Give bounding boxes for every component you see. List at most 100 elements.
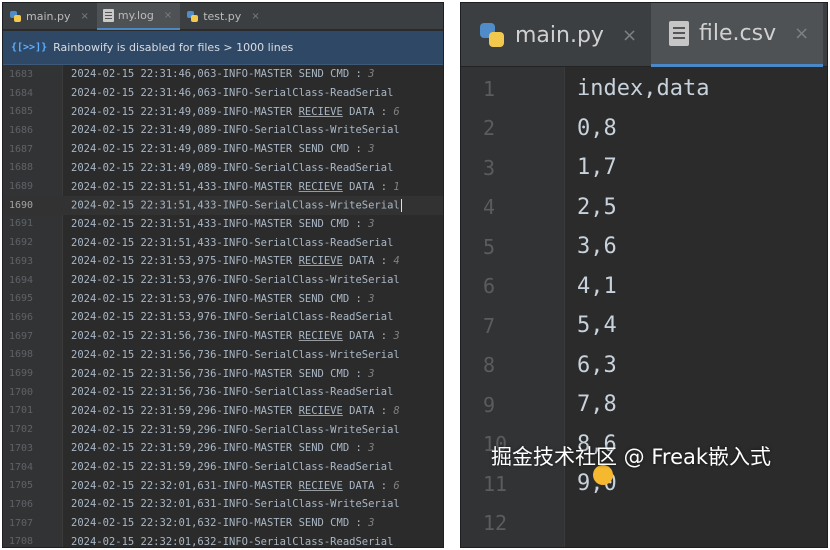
code-line[interactable]: 1703 2024-02-15 22:31:59,296-INFO-MASTER …: [3, 439, 443, 458]
log-value: 6: [393, 479, 400, 492]
line-number: 1698: [9, 349, 34, 361]
recieve-keyword: RECIEVE: [298, 330, 343, 343]
line-number: 11: [483, 471, 508, 496]
log-suffix: DATA :: [342, 105, 394, 118]
close-icon[interactable]: ×: [251, 11, 259, 22]
tab-file-csv[interactable]: file.csv ×: [651, 3, 824, 67]
log-prefix: 2024-02-15 22:31:59,296-INFO-SerialClass…: [71, 423, 400, 436]
csv-editor-pane: main.py × file.csv × 1 index,data 2 0,8 3 1,7…: [460, 2, 828, 548]
close-icon[interactable]: ×: [80, 11, 88, 22]
tab-label: file.csv: [699, 21, 777, 46]
code-line[interactable]: 1696 2024-02-15 22:31:53,976-INFO-SerialC…: [3, 308, 443, 327]
code-line[interactable]: 9 7,8: [461, 385, 827, 425]
line-text: 7,8: [577, 392, 617, 418]
tab-label: test.py: [203, 10, 242, 23]
log-prefix: 2024-02-15 22:31:49,089-INFO-SerialClass…: [71, 161, 394, 174]
code-line[interactable]: 6 4,1: [461, 267, 827, 307]
code-line[interactable]: 1689 2024-02-15 22:31:51,433-INFO-MASTER …: [3, 177, 443, 196]
line-number: 3: [483, 155, 496, 180]
line-number: 1683: [9, 68, 34, 80]
log-value: 3: [368, 143, 375, 156]
code-line[interactable]: 1685 2024-02-15 22:31:49,089-INFO-MASTER …: [3, 102, 443, 121]
line-text: 4,1: [577, 273, 617, 299]
line-number: 1686: [9, 124, 34, 136]
code-line[interactable]: 1 index,data: [461, 69, 827, 109]
code-line[interactable]: 1702 2024-02-15 22:31:59,296-INFO-SerialC…: [3, 420, 443, 439]
line-text: 2024-02-15 22:32:01,631-INFO-MASTER RECI…: [63, 480, 400, 492]
code-line[interactable]: 1687 2024-02-15 22:31:49,089-INFO-MASTER …: [3, 140, 443, 159]
log-value: 8: [393, 404, 400, 417]
log-code-area[interactable]: 1683 2024-02-15 22:31:46,063-INFO-MASTER …: [3, 65, 443, 547]
code-line[interactable]: 1690 2024-02-15 22:31:51,433-INFO-SerialC…: [3, 195, 443, 215]
line-number: 8: [483, 353, 496, 378]
close-icon[interactable]: ×: [622, 25, 637, 46]
log-prefix: 2024-02-15 22:32:01,631-INFO-MASTER: [71, 479, 299, 492]
code-line[interactable]: 1695 2024-02-15 22:31:53,976-INFO-MASTER …: [3, 289, 443, 308]
code-line[interactable]: 1708 2024-02-15 22:32:01,632-INFO-SerialC…: [3, 533, 443, 547]
line-text: 2024-02-15 22:31:49,089-INFO-SerialClass…: [63, 124, 400, 136]
code-line[interactable]: 8 6,3: [461, 346, 827, 386]
line-text: 2024-02-15 22:31:46,063-INFO-SerialClass…: [63, 87, 393, 99]
code-line[interactable]: 1699 2024-02-15 22:31:56,736-INFO-MASTER …: [3, 364, 443, 383]
line-text: 6,3: [577, 352, 617, 378]
tab-main-py[interactable]: main.py ×: [461, 3, 651, 67]
line-text: 2024-02-15 22:32:01,632-INFO-SerialClass…: [63, 536, 393, 547]
log-prefix: 2024-02-15 22:31:51,433-INFO-SerialClass…: [71, 199, 400, 212]
log-editor-pane: main.py × my.log × test.py × {[>>]} Rain…: [2, 2, 444, 548]
code-line[interactable]: 4 2,5: [461, 188, 827, 228]
line-number: 1700: [9, 386, 34, 398]
code-line[interactable]: 1706 2024-02-15 22:32:01,631-INFO-SerialC…: [3, 495, 443, 514]
log-prefix: 2024-02-15 22:31:51,433-INFO-MASTER SEND…: [71, 217, 369, 230]
code-line[interactable]: 5 3,6: [461, 227, 827, 267]
line-text: 2024-02-15 22:32:01,631-INFO-SerialClass…: [63, 498, 400, 510]
code-line[interactable]: 1686 2024-02-15 22:31:49,089-INFO-SerialC…: [3, 121, 443, 140]
code-line[interactable]: 1688 2024-02-15 22:31:49,089-INFO-SerialC…: [3, 159, 443, 178]
code-line[interactable]: 1697 2024-02-15 22:31:56,736-INFO-MASTER …: [3, 327, 443, 346]
log-prefix: 2024-02-15 22:31:46,063-INFO-MASTER SEND…: [71, 68, 369, 81]
code-line[interactable]: 1707 2024-02-15 22:32:01,632-INFO-MASTER …: [3, 514, 443, 533]
line-text: 2024-02-15 22:31:56,736-INFO-SerialClass…: [63, 349, 400, 361]
log-prefix: 2024-02-15 22:31:49,089-INFO-MASTER: [71, 105, 299, 118]
code-line[interactable]: 1691 2024-02-15 22:31:51,433-INFO-MASTER …: [3, 215, 443, 234]
line-text: 2024-02-15 22:31:53,975-INFO-MASTER RECI…: [63, 255, 400, 267]
log-prefix: 2024-02-15 22:32:01,632-INFO-MASTER SEND…: [71, 517, 369, 530]
code-line[interactable]: 1694 2024-02-15 22:31:53,976-INFO-SerialC…: [3, 271, 443, 290]
line-text: 2024-02-15 22:31:46,063-INFO-MASTER SEND…: [63, 68, 374, 80]
line-text: 2024-02-15 22:31:59,296-INFO-MASTER RECI…: [63, 405, 400, 417]
code-line[interactable]: 1693 2024-02-15 22:31:53,975-INFO-MASTER …: [3, 252, 443, 271]
code-line[interactable]: 7 5,4: [461, 306, 827, 346]
line-number: 1693: [9, 255, 34, 267]
line-text: 2024-02-15 22:31:53,976-INFO-SerialClass…: [63, 274, 400, 286]
code-line[interactable]: 1692 2024-02-15 22:31:51,433-INFO-SerialC…: [3, 233, 443, 252]
code-line[interactable]: 12: [461, 504, 827, 544]
tab-main-py[interactable]: main.py ×: [3, 3, 97, 30]
tab-my-log[interactable]: my.log ×: [96, 3, 181, 30]
close-icon[interactable]: ×: [794, 23, 809, 44]
code-line[interactable]: 1684 2024-02-15 22:31:46,063-INFO-SerialC…: [3, 84, 443, 103]
code-line[interactable]: 3 1,7: [461, 148, 827, 188]
line-text: 2024-02-15 22:31:51,433-INFO-MASTER SEND…: [63, 218, 374, 230]
line-text: 3,6: [577, 234, 617, 260]
code-line[interactable]: 1683 2024-02-15 22:31:46,063-INFO-MASTER …: [3, 65, 443, 84]
csv-code-area[interactable]: 1 index,data 2 0,8 3 1,7 4 2,5 5 3,6 6 4,1 7 5,4 8 6,3 9…: [461, 67, 827, 547]
code-line[interactable]: 1700 2024-02-15 22:31:56,736-INFO-SerialC…: [3, 383, 443, 402]
line-number: 5: [483, 234, 496, 259]
line-number: 1697: [9, 330, 34, 342]
line-number: 1702: [9, 424, 34, 436]
code-line[interactable]: 1705 2024-02-15 22:32:01,631-INFO-MASTER …: [3, 476, 443, 495]
code-line[interactable]: 1701 2024-02-15 22:31:59,296-INFO-MASTER …: [3, 402, 443, 421]
code-line[interactable]: 1704 2024-02-15 22:31:59,296-INFO-SerialC…: [3, 458, 443, 477]
line-text: 2024-02-15 22:31:49,089-INFO-MASTER RECI…: [63, 106, 400, 118]
tab-test-py[interactable]: test.py ×: [180, 3, 268, 30]
line-number: 1688: [9, 162, 34, 174]
line-number: 1706: [9, 498, 34, 510]
line-text: 2024-02-15 22:31:49,089-INFO-MASTER SEND…: [63, 143, 374, 155]
code-line[interactable]: 1698 2024-02-15 22:31:56,736-INFO-SerialC…: [3, 346, 443, 365]
csv-file-icon: [669, 21, 690, 46]
log-suffix: DATA :: [342, 404, 394, 417]
recieve-keyword: RECIEVE: [298, 105, 343, 118]
log-prefix: 2024-02-15 22:31:53,976-INFO-SerialClass…: [71, 274, 400, 287]
code-line[interactable]: 2 0,8: [461, 109, 827, 149]
log-file-icon: [102, 9, 114, 22]
close-icon[interactable]: ×: [164, 10, 172, 21]
